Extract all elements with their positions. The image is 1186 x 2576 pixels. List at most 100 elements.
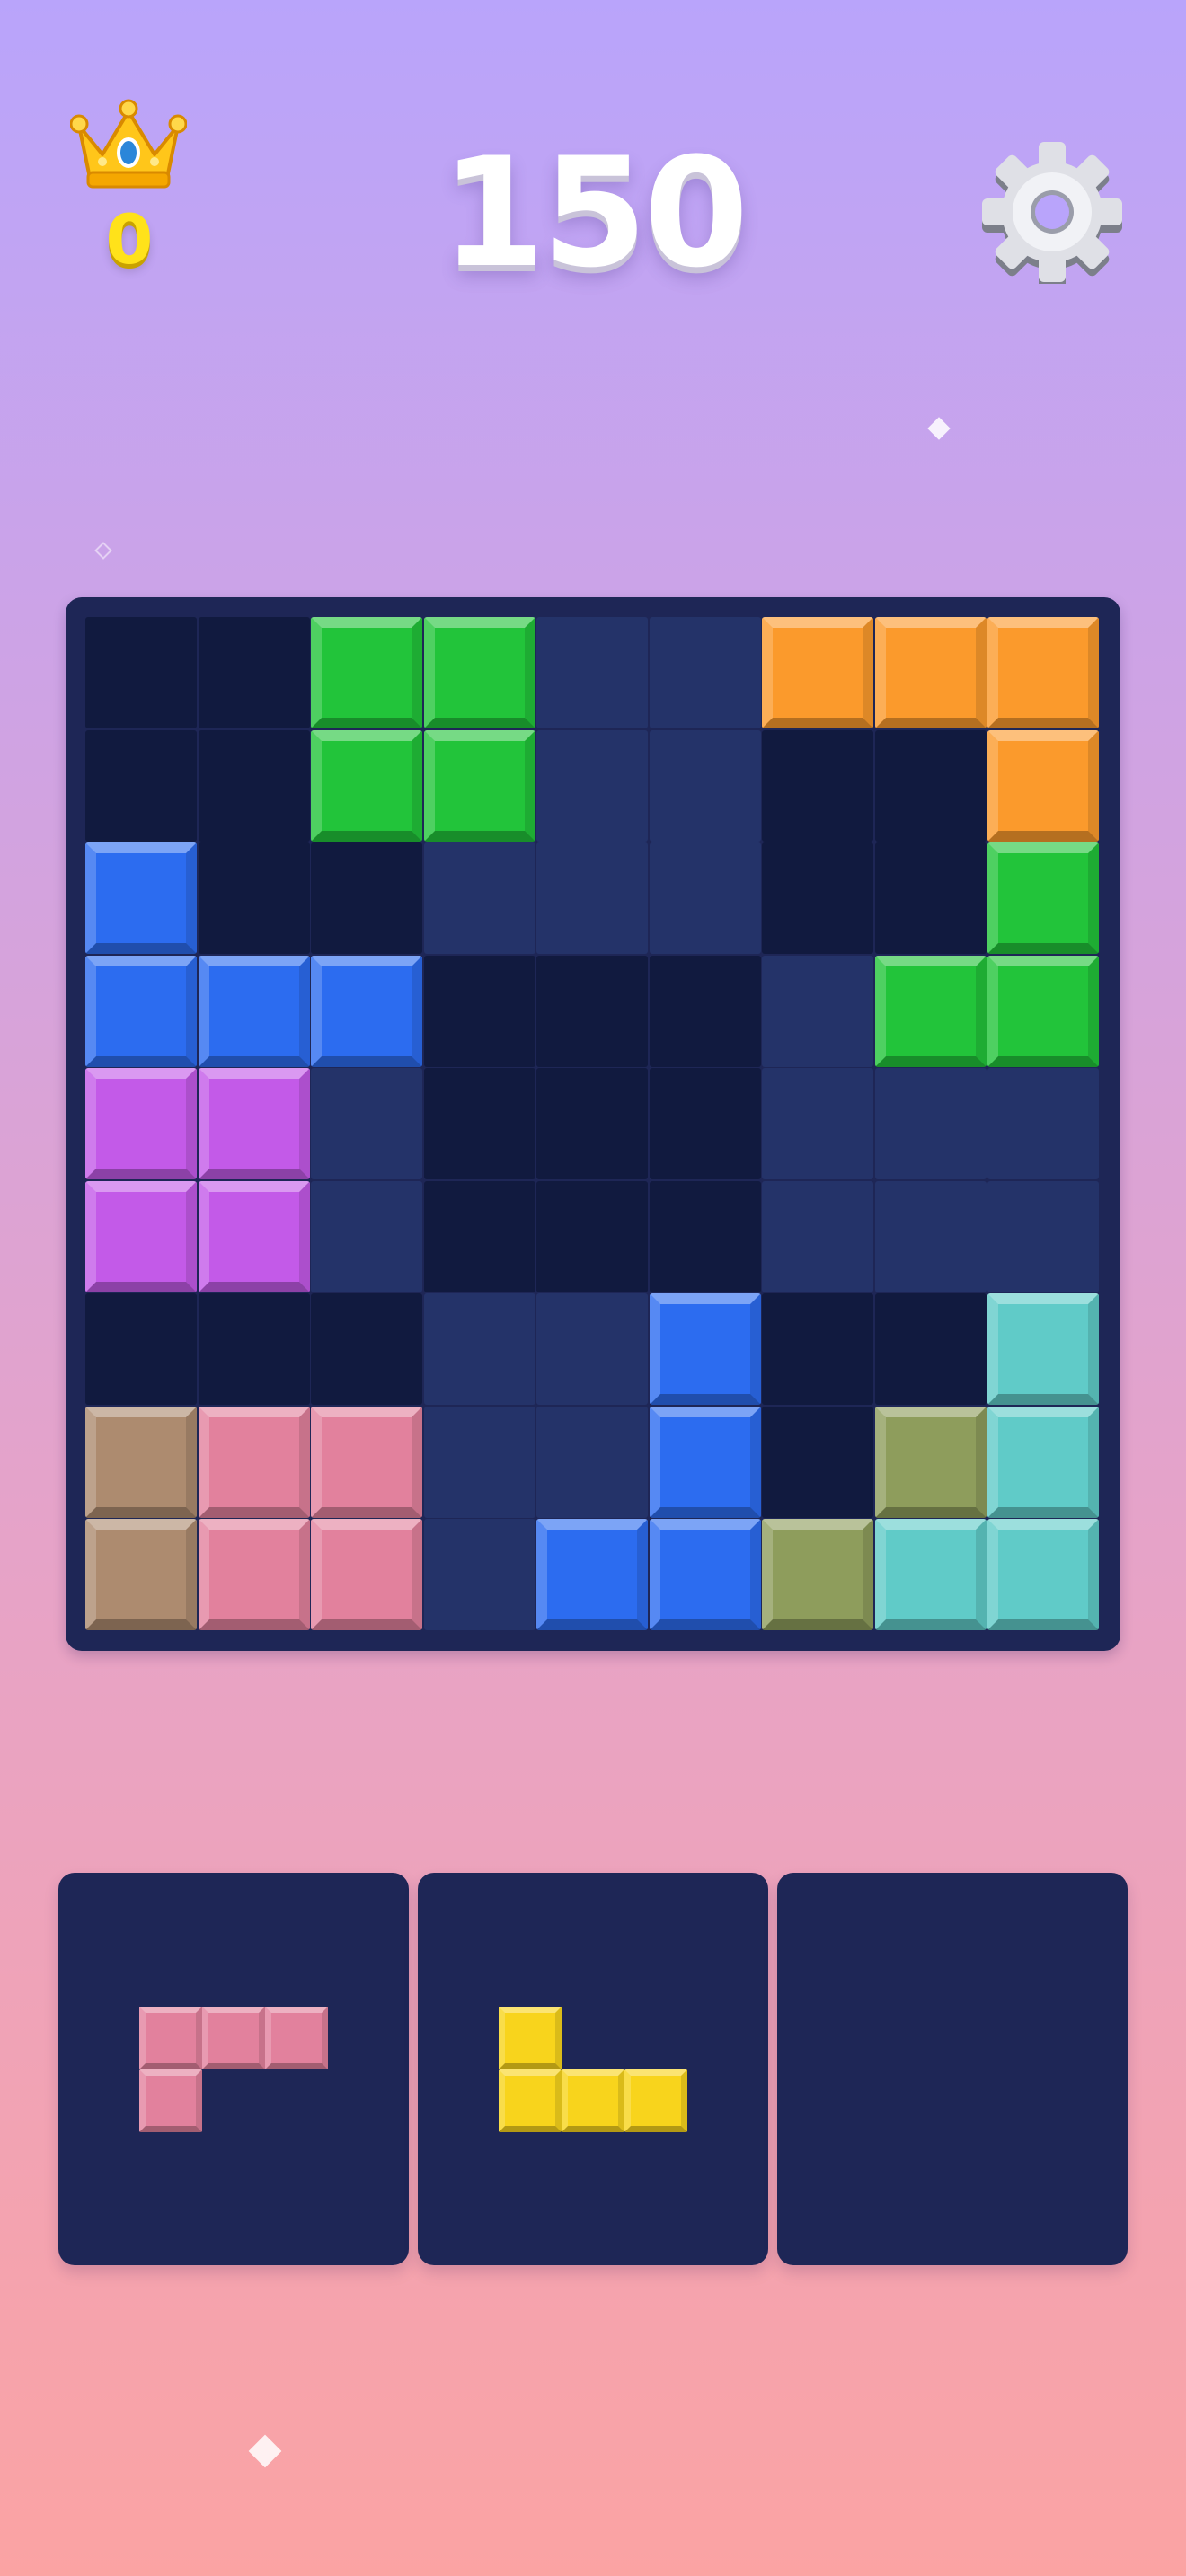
board-cell-highlight[interactable] [762, 1068, 873, 1179]
board-cell-pink[interactable] [311, 1519, 422, 1630]
board-cell-pink[interactable] [198, 1406, 310, 1518]
board-cell-orange[interactable] [762, 617, 873, 728]
board-cell-highlight[interactable] [536, 1293, 648, 1405]
board-cell-teal[interactable] [987, 1293, 1099, 1405]
board-cell-empty[interactable] [198, 729, 310, 842]
board-cell-purple[interactable] [85, 1180, 197, 1292]
board-cell-highlight[interactable] [536, 729, 648, 842]
board-cell-blue[interactable] [311, 955, 422, 1067]
board-cell-orange[interactable] [987, 729, 1099, 842]
board-grid [85, 617, 1101, 1632]
board-cell-empty[interactable] [762, 729, 873, 842]
board-cell-empty[interactable] [85, 617, 197, 728]
board-cell-pink[interactable] [311, 1406, 422, 1518]
board-cell-blue[interactable] [649, 1406, 761, 1518]
piece-block-pink [265, 2007, 328, 2069]
board-cell-highlight[interactable] [762, 955, 873, 1067]
board-cell-empty[interactable] [85, 1293, 197, 1405]
board-cell-empty[interactable] [874, 729, 987, 842]
piece-block-yellow [624, 2069, 687, 2132]
board-cell-teal[interactable] [987, 1519, 1099, 1630]
board-cell-purple[interactable] [85, 1068, 197, 1179]
board-cell-highlight[interactable] [423, 842, 535, 954]
current-score: 150 [440, 125, 749, 301]
board-cell-green[interactable] [987, 955, 1099, 1067]
board-cell-empty[interactable] [85, 729, 197, 842]
board-cell-highlight[interactable] [649, 842, 761, 954]
board-cell-blue[interactable] [85, 955, 197, 1067]
board-cell-green[interactable] [423, 617, 535, 728]
board-cell-empty[interactable] [649, 1180, 761, 1292]
board-cell-empty[interactable] [536, 1068, 648, 1179]
sparkle-decoration [94, 542, 112, 560]
board-cell-empty[interactable] [649, 955, 761, 1067]
board-cell-teal[interactable] [987, 1406, 1099, 1518]
piece-block-yellow [562, 2069, 624, 2132]
board-cell-teal[interactable] [874, 1519, 987, 1630]
board-cell-orange[interactable] [987, 617, 1099, 728]
gear-icon[interactable] [978, 135, 1127, 284]
board-cell-blue[interactable] [85, 842, 197, 954]
crown-icon [70, 99, 187, 189]
best-score: 0 [105, 199, 154, 279]
board-cell-empty[interactable] [874, 842, 987, 954]
board-cell-highlight[interactable] [874, 1180, 987, 1292]
board-cell-empty[interactable] [649, 1068, 761, 1179]
board-cell-empty[interactable] [762, 1406, 873, 1518]
board-cell-green[interactable] [874, 955, 987, 1067]
game-board [66, 597, 1120, 1651]
board-cell-blue[interactable] [649, 1293, 761, 1405]
board-cell-purple[interactable] [198, 1180, 310, 1292]
board-cell-empty[interactable] [423, 955, 535, 1067]
board-cell-pink[interactable] [198, 1519, 310, 1630]
board-cell-highlight[interactable] [536, 1406, 648, 1518]
board-cell-highlight[interactable] [423, 1293, 535, 1405]
board-cell-highlight[interactable] [423, 1406, 535, 1518]
board-cell-highlight[interactable] [311, 1180, 422, 1292]
tray-piece[interactable] [499, 2007, 687, 2132]
piece-slot-2[interactable] [418, 1873, 768, 2265]
board-cell-highlight[interactable] [874, 1068, 987, 1179]
board-cell-empty[interactable] [198, 1293, 310, 1405]
tray-piece[interactable] [139, 2007, 328, 2132]
board-cell-empty[interactable] [311, 1293, 422, 1405]
board-cell-empty[interactable] [198, 617, 310, 728]
board-cell-green[interactable] [987, 842, 1099, 954]
board-cell-blue[interactable] [198, 955, 310, 1067]
board-cell-highlight[interactable] [987, 1068, 1099, 1179]
board-cell-highlight[interactable] [762, 1180, 873, 1292]
board-cell-purple[interactable] [198, 1068, 310, 1179]
board-cell-empty[interactable] [762, 1293, 873, 1405]
board-cell-tan[interactable] [85, 1406, 197, 1518]
piece-block-yellow [499, 2007, 562, 2069]
board-cell-highlight[interactable] [649, 617, 761, 728]
piece-block-pink [202, 2007, 265, 2069]
board-cell-empty[interactable] [536, 1180, 648, 1292]
piece-block-pink [139, 2069, 202, 2132]
board-cell-highlight[interactable] [987, 1180, 1099, 1292]
board-cell-empty[interactable] [311, 842, 422, 954]
board-cell-highlight[interactable] [649, 729, 761, 842]
board-cell-green[interactable] [423, 729, 535, 842]
board-cell-empty[interactable] [762, 842, 873, 954]
board-cell-orange[interactable] [874, 617, 987, 728]
piece-slot-3[interactable] [777, 1873, 1128, 2265]
piece-slot-1[interactable] [58, 1873, 409, 2265]
board-cell-olive[interactable] [762, 1519, 873, 1630]
board-cell-green[interactable] [311, 617, 422, 728]
board-cell-blue[interactable] [649, 1519, 761, 1630]
board-cell-empty[interactable] [423, 1068, 535, 1179]
board-cell-empty[interactable] [874, 1293, 987, 1405]
board-cell-empty[interactable] [198, 842, 310, 954]
board-cell-green[interactable] [311, 729, 422, 842]
board-cell-highlight[interactable] [536, 842, 648, 954]
board-cell-tan[interactable] [85, 1519, 197, 1630]
board-cell-empty[interactable] [423, 1180, 535, 1292]
board-cell-olive[interactable] [874, 1406, 987, 1518]
board-cell-empty[interactable] [536, 955, 648, 1067]
board-cell-highlight[interactable] [423, 1519, 535, 1630]
board-cell-highlight[interactable] [536, 617, 648, 728]
piece-block-pink [139, 2007, 202, 2069]
board-cell-blue[interactable] [536, 1519, 648, 1630]
board-cell-highlight[interactable] [311, 1068, 422, 1179]
